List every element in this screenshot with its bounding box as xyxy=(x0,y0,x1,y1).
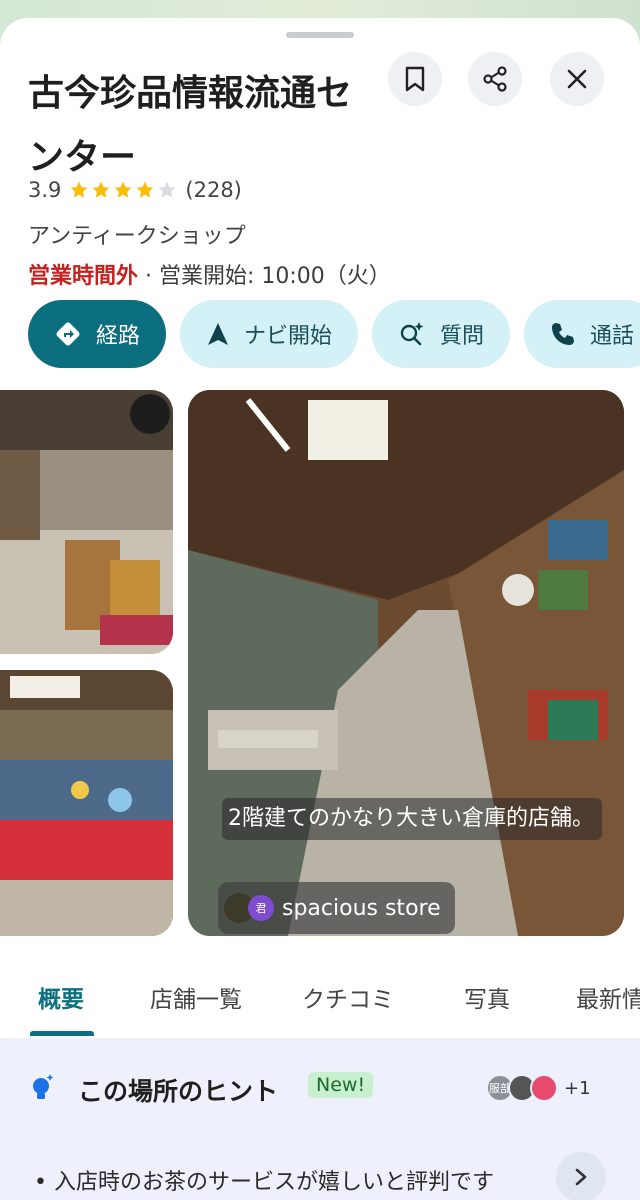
action-chips: 経路 ナビ開始 質問 通話 xyxy=(28,300,640,368)
ask-button[interactable]: 質問 xyxy=(372,300,511,368)
phone-icon xyxy=(552,323,575,345)
author-badge-avatar: 君 xyxy=(248,895,274,921)
contributor-more-count: +1 xyxy=(564,1077,591,1099)
ask-sparkle-icon xyxy=(400,322,424,346)
directions-label: 経路 xyxy=(96,324,141,349)
place-title: 古今珍品情報流通センター xyxy=(28,73,353,178)
photo-interior-1[interactable] xyxy=(0,390,173,654)
review-count: (228) xyxy=(185,178,242,202)
ask-label: 質問 xyxy=(440,324,485,349)
hours-separator: · xyxy=(138,264,159,289)
active-tab-indicator xyxy=(30,1031,94,1036)
contributor-avatar xyxy=(530,1074,558,1102)
directions-button[interactable]: 経路 xyxy=(28,300,167,368)
save-button[interactable] xyxy=(388,52,442,106)
directions-icon xyxy=(56,322,80,346)
start-navigation-label: ナビ開始 xyxy=(244,324,333,349)
star-empty-icon xyxy=(159,181,176,198)
tips-title: この場所のヒント xyxy=(78,1077,279,1106)
place-category: アンティークショップ xyxy=(28,224,246,249)
tab-reviews[interactable]: クチコミ xyxy=(302,980,394,1014)
hours-detail: 営業開始: 10:00（火） xyxy=(159,264,391,289)
shop-interior-photo xyxy=(0,390,173,654)
share-button[interactable] xyxy=(468,52,522,106)
rating-value: 3.9 xyxy=(28,178,62,202)
hours-status: 営業時間外 xyxy=(28,264,139,289)
call-button[interactable]: 通話 xyxy=(524,300,640,368)
star-full-icon xyxy=(115,181,132,198)
lightbulb-sparkle-icon xyxy=(33,1074,54,1099)
tab-bar: 概要 店舗一覧 クチコミ 写真 最新情報 xyxy=(0,960,640,1040)
new-badge: New! xyxy=(308,1072,374,1098)
bookmark-icon xyxy=(405,66,425,92)
tab-updates[interactable]: 最新情報 xyxy=(576,980,640,1014)
tip-text: 入店時のお茶のサービスが嬉しいと評判です xyxy=(53,1170,494,1195)
drag-handle[interactable] xyxy=(286,32,354,38)
photo-author-chip[interactable]: 君 spacious store xyxy=(218,882,455,934)
tab-stores[interactable]: 店舗一覧 xyxy=(150,980,242,1014)
hours-row[interactable]: 営業時間外 · 営業開始: 10:00（火） xyxy=(28,258,391,290)
next-tip-button[interactable] xyxy=(556,1152,606,1200)
tips-card[interactable]: この場所のヒント New! 服部 +1 • 入店時のお茶のサービスが嬉しいと評判… xyxy=(0,1038,640,1200)
call-label: 通話 xyxy=(590,324,635,349)
tip-item: • 入店時のお茶のサービスが嬉しいと評判です xyxy=(34,1170,494,1195)
warehouse-aisle-photo xyxy=(188,390,624,936)
contributor-avatars: 服部 +1 xyxy=(486,1074,591,1102)
close-icon xyxy=(567,69,587,89)
share-icon xyxy=(483,66,507,92)
photo-caption: 2階建てのかなり大きい倉庫的店舗。 xyxy=(222,798,602,840)
close-button[interactable] xyxy=(550,52,604,106)
tab-photos[interactable]: 写真 xyxy=(464,980,510,1014)
author-name: spacious store xyxy=(282,895,441,921)
chevron-right-icon xyxy=(575,1168,587,1186)
photo-warehouse-main[interactable] xyxy=(188,390,624,936)
start-navigation-button[interactable]: ナビ開始 xyxy=(180,300,359,368)
navigation-arrow-icon xyxy=(208,323,229,345)
star-full-icon xyxy=(93,181,110,198)
rating-row[interactable]: 3.9 (228) xyxy=(28,178,242,202)
star-full-icon xyxy=(71,181,88,198)
rating-stars xyxy=(69,180,179,200)
star-full-icon xyxy=(137,181,154,198)
photo-interior-2[interactable] xyxy=(0,670,173,936)
place-sheet: 古今珍品情報流通センター 3.9 (228) アンティークショップ 営業時間外 … xyxy=(0,18,640,1200)
tab-overview[interactable]: 概要 xyxy=(38,980,84,1014)
shop-display-photo xyxy=(0,670,173,936)
